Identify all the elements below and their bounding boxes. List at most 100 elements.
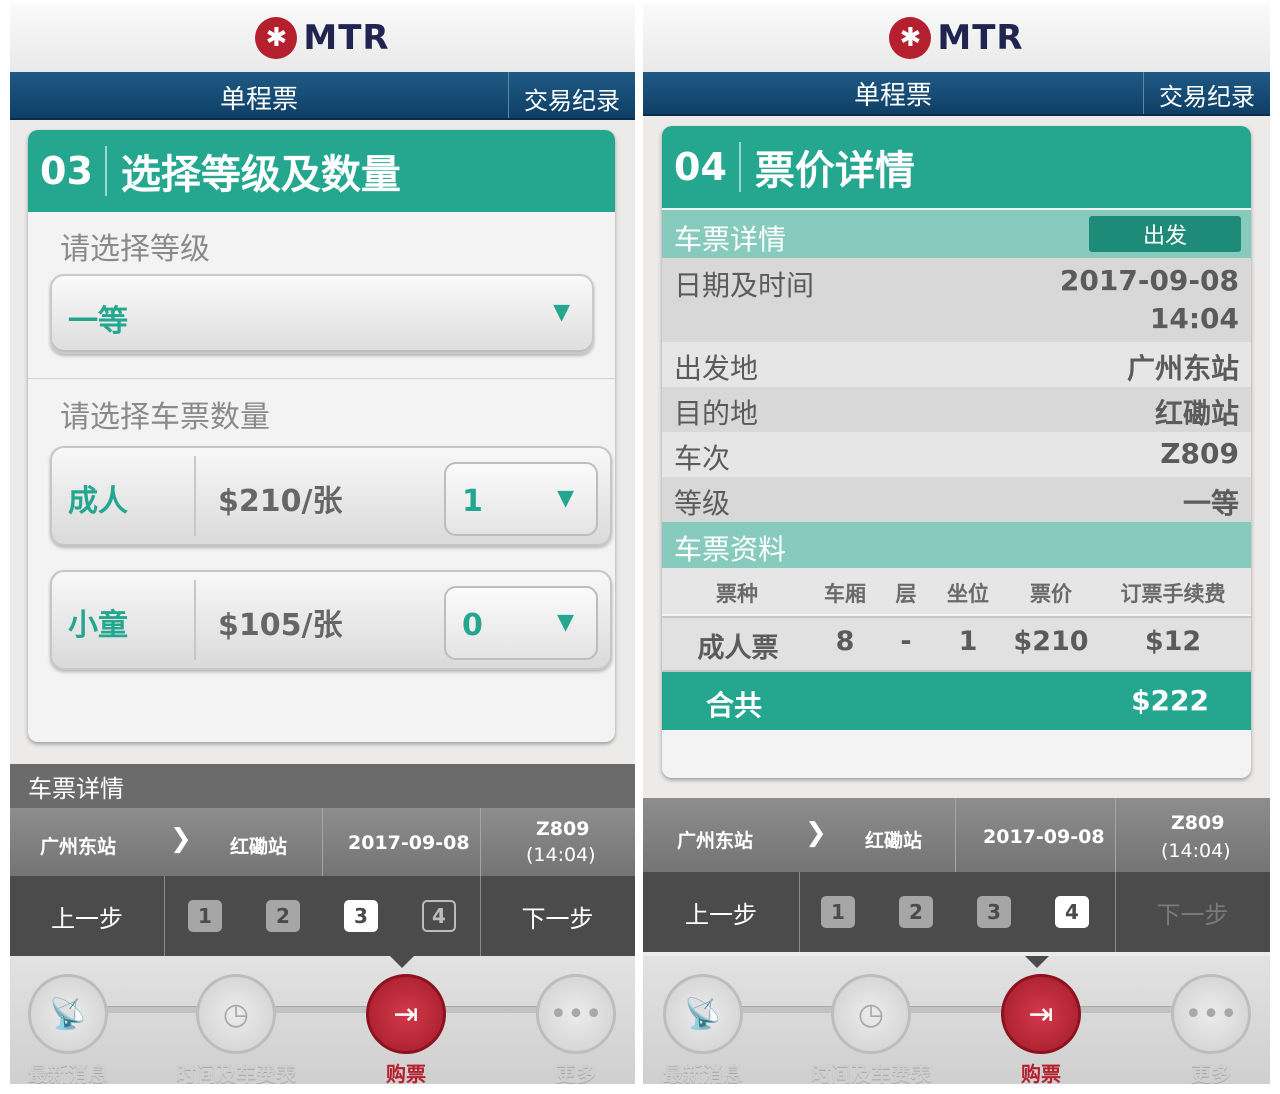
row-divider [194,580,196,660]
tab-buy-ticket[interactable]: ⇥ 购票 [1001,974,1081,1084]
nav-title[interactable]: 单程票 [643,72,1143,114]
row-value-time: 14:04 [1149,302,1239,335]
prev-button[interactable]: 上一步 [10,876,164,956]
tab-timetable[interactable]: ◷ 时间及车费表 [811,974,931,1084]
step-3: 3 [977,896,1011,928]
history-tab[interactable]: 交易纪录 [1143,72,1270,114]
row-label: 等级 [674,487,731,520]
child-row: 小童 $105/张 0 ▼ [50,570,612,670]
cell: 8 [835,626,855,657]
adult-qty-select[interactable]: 1 ▼ [444,462,598,536]
step-2: 2 [899,896,933,928]
row-value: 2017-09-08 [1059,264,1239,297]
info-header-label: 车票资料 [674,533,787,566]
tab-timetable[interactable]: ◷ 时间及车费表 [176,974,296,1084]
nav-bar: 单程票 交易纪录 [10,72,635,120]
divider [799,872,800,952]
col-header: 层 [895,582,917,606]
row-value: 红磡站 [1154,397,1239,430]
cell: - [900,626,912,657]
cell: 成人票 [697,633,779,664]
prev-button[interactable]: 上一步 [643,872,799,952]
mtr-logo: ✱ MTR [255,17,389,59]
arrow-right-icon: ❯ [170,824,192,854]
right-screen: ✱ MTR 单程票 交易纪录 04 票价详情 车票详情 出发 日期及时间 201… [643,4,1270,1084]
tab-bar: 📡 最新消息 ◷ 时间及车费表 ⇥ 购票 ••• 更多 [643,956,1270,1084]
col-header: 订票手续费 [1120,582,1226,606]
step-number: 04 [662,142,741,192]
cell: 1 [958,626,978,657]
tab-label: 购票 [386,1062,426,1084]
nav-bar: 单程票 交易纪录 [643,72,1270,116]
tab-label: 最新消息 [663,1062,743,1084]
total-row: 合共 $222 [662,672,1251,730]
logo-bar: ✱ MTR [10,4,635,72]
selection-card: 03 选择等级及数量 请选择等级 一等 ▼ 请选择车票数量 成人 $210/张 … [28,130,615,742]
ticket-columns: 票种 车厢 层 坐位 票价 订票手续费 [662,568,1251,614]
to-station: 红磡站 [865,830,923,852]
more-icon: ••• [536,974,616,1054]
origin-row: 出发地 广州东站 [662,342,1251,387]
step-nav: 上一步 1 2 3 4 下一步 [10,876,635,956]
step-number: 03 [28,146,107,196]
nav-title[interactable]: 单程票 [10,72,508,118]
row-label: 目的地 [674,397,759,430]
class-select[interactable]: 一等 ▼ [50,274,594,354]
from-station: 广州东站 [40,836,117,858]
tab-more[interactable]: ••• 更多 [1171,974,1251,1084]
tab-label: 更多 [1191,1062,1231,1084]
mtr-logo-icon: ✱ [889,17,932,59]
cell: $210 [1013,626,1089,657]
class-value: 一等 [68,304,128,339]
col-header: 票价 [1030,582,1072,606]
step-header: 03 选择等级及数量 [28,130,615,212]
history-tab[interactable]: 交易纪录 [508,72,635,118]
tab-news[interactable]: 📡 最新消息 [28,974,108,1084]
ticket-summary: 广州东站 ❯ 红磡站 2017-09-08 Z809 (14:04) 上一步 1… [643,798,1270,952]
step-2: 2 [266,900,300,932]
step-title: 选择等级及数量 [120,152,401,198]
divider [955,798,956,872]
clock-fare-icon: ◷ [831,974,911,1054]
child-price: $105/张 [218,608,343,643]
info-header: 车票资料 [662,522,1251,568]
mtr-logo-icon: ✱ [255,17,298,59]
step-title: 票价详情 [754,148,915,194]
antenna-icon: 📡 [28,974,108,1054]
logo-text: MTR [303,18,390,58]
adult-type: 成人 [68,484,128,519]
child-qty-select[interactable]: 0 ▼ [444,586,598,660]
cell: $12 [1144,626,1202,657]
tab-buy-ticket[interactable]: ⇥ 购票 [366,974,446,1084]
row-label: 日期及时间 [674,269,815,302]
travel-date: 2017-09-08 [983,826,1105,848]
antenna-icon: 📡 [663,974,743,1054]
col-header: 坐位 [947,582,989,606]
train-number: Z809 [536,818,590,840]
step-header: 04 票价详情 [662,126,1251,208]
row-label: 出发地 [674,352,759,385]
next-button[interactable]: 下一步 [480,876,635,956]
chevron-down-icon: ▼ [557,610,574,635]
next-button-disabled: 下一步 [1156,900,1229,929]
train-row: 车次 Z809 [662,432,1251,477]
tab-news[interactable]: 📡 最新消息 [663,974,743,1084]
clock-fare-icon: ◷ [196,974,276,1054]
col-header: 车厢 [824,582,866,606]
summary-title: 车票详情 [10,764,635,808]
step-nav: 上一步 1 2 3 4 下一步 [643,872,1270,952]
active-tab-caret [1025,956,1049,968]
child-qty: 0 [462,608,483,643]
qty-label: 请选择车票数量 [60,400,270,435]
route-bar: 广州东站 ❯ 红磡站 2017-09-08 Z809 (14:04) [643,798,1270,872]
mtr-logo: ✱ MTR [889,17,1023,59]
chevron-down-icon: ▼ [557,486,574,511]
date-time-row: 日期及时间 2017-09-08 14:04 [662,258,1251,342]
tab-bar: 📡 最新消息 ◷ 时间及车费表 ⇥ 购票 ••• 更多 [10,956,635,1084]
row-value: 一等 [1182,487,1239,520]
tab-line [70,1006,575,1013]
tab-label: 时间及车费表 [811,1062,931,1084]
tab-more[interactable]: ••• 更多 [536,974,616,1084]
logo-bar: ✱ MTR [643,4,1270,72]
tab-line [703,1006,1210,1013]
